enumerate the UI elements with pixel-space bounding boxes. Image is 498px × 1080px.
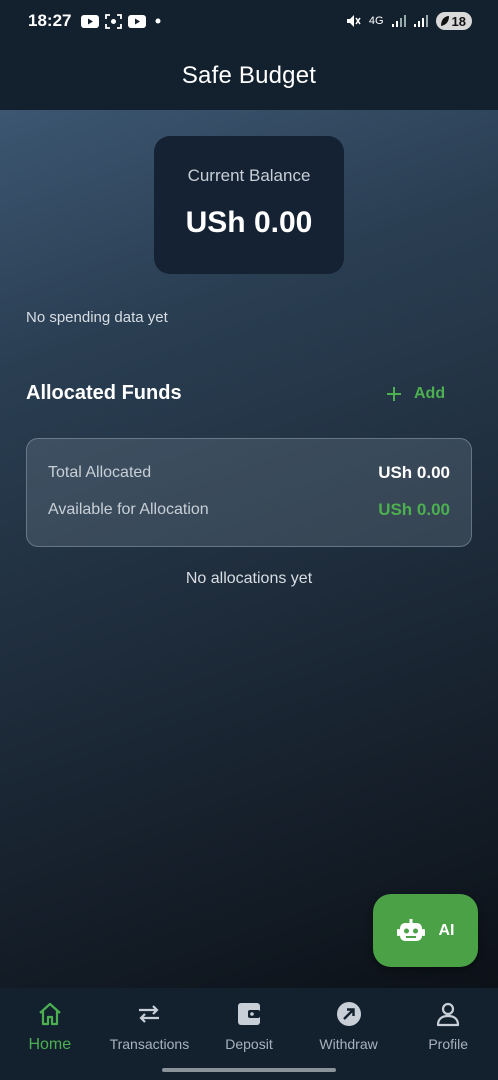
app-bar: Safe Budget (0, 42, 498, 110)
robot-icon (396, 918, 425, 943)
signal-icon (391, 15, 406, 27)
nav-label-transactions: Transactions (109, 1036, 190, 1052)
arrow-up-right-icon (335, 1000, 363, 1028)
youtube-icon (128, 14, 147, 28)
battery-indicator: 18 (435, 12, 472, 30)
total-allocated-row: Total Allocated USh 0.00 (48, 463, 450, 483)
home-icon (36, 1000, 64, 1028)
plus-icon (386, 386, 402, 402)
mute-icon (345, 13, 361, 29)
status-bar: 18:27 4G 18 (0, 0, 498, 42)
nav-label-deposit: Deposit (225, 1036, 273, 1052)
status-time: 18:27 (28, 11, 72, 30)
page-title: Safe Budget (181, 62, 317, 89)
status-right: 4G 18 (345, 12, 472, 30)
spending-empty-text: No spending data yet (26, 309, 168, 326)
nav-item-home[interactable]: Home (0, 988, 100, 1080)
status-left: 18:27 (28, 11, 164, 31)
bottom-nav: Home Transactions Deposit Withdraw Profi… (0, 988, 498, 1080)
screen-capture-icon (105, 13, 123, 29)
battery-level: 18 (451, 13, 466, 29)
nav-label-home: Home (28, 1036, 72, 1053)
allocations-empty-text: No allocations yet (185, 570, 313, 587)
main-content[interactable]: Current Balance USh 0.00 No spending dat… (0, 110, 498, 988)
nav-item-transactions[interactable]: Transactions (100, 988, 200, 1080)
allocation-summary-card: Total Allocated USh 0.00 Available for A… (26, 438, 472, 547)
balance-label: Current Balance (187, 166, 311, 185)
person-icon (434, 1000, 462, 1028)
notification-dot-icon (152, 15, 164, 27)
add-button-label: Add (414, 385, 446, 402)
total-allocated-value: USh 0.00 (378, 463, 450, 482)
add-allocation-button[interactable]: Add (386, 380, 445, 408)
wallet-icon (235, 1000, 263, 1028)
nav-item-profile[interactable]: Profile (398, 988, 498, 1080)
home-indicator[interactable] (162, 1068, 336, 1072)
available-allocation-label: Available for Allocation (48, 501, 209, 518)
ai-button-label: AI (438, 921, 455, 939)
nav-item-withdraw[interactable]: Withdraw (299, 988, 399, 1080)
leaf-icon (440, 16, 449, 26)
nav-label-profile: Profile (428, 1036, 469, 1052)
network-type: 4G (368, 15, 384, 27)
available-allocation-value: USh 0.00 (378, 500, 450, 519)
available-allocation-row: Available for Allocation USh 0.00 (48, 500, 450, 520)
nav-label-withdraw: Withdraw (319, 1036, 378, 1052)
allocated-funds-title: Allocated Funds (26, 382, 182, 404)
total-allocated-label: Total Allocated (48, 464, 152, 481)
balance-value: USh 0.00 (185, 206, 313, 239)
youtube-icon (81, 14, 100, 28)
signal-icon (413, 15, 428, 27)
balance-card: Current Balance USh 0.00 (154, 136, 344, 274)
swap-arrows-icon (135, 1000, 163, 1028)
nav-item-deposit[interactable]: Deposit (199, 988, 299, 1080)
ai-assistant-button[interactable]: AI (373, 894, 478, 967)
